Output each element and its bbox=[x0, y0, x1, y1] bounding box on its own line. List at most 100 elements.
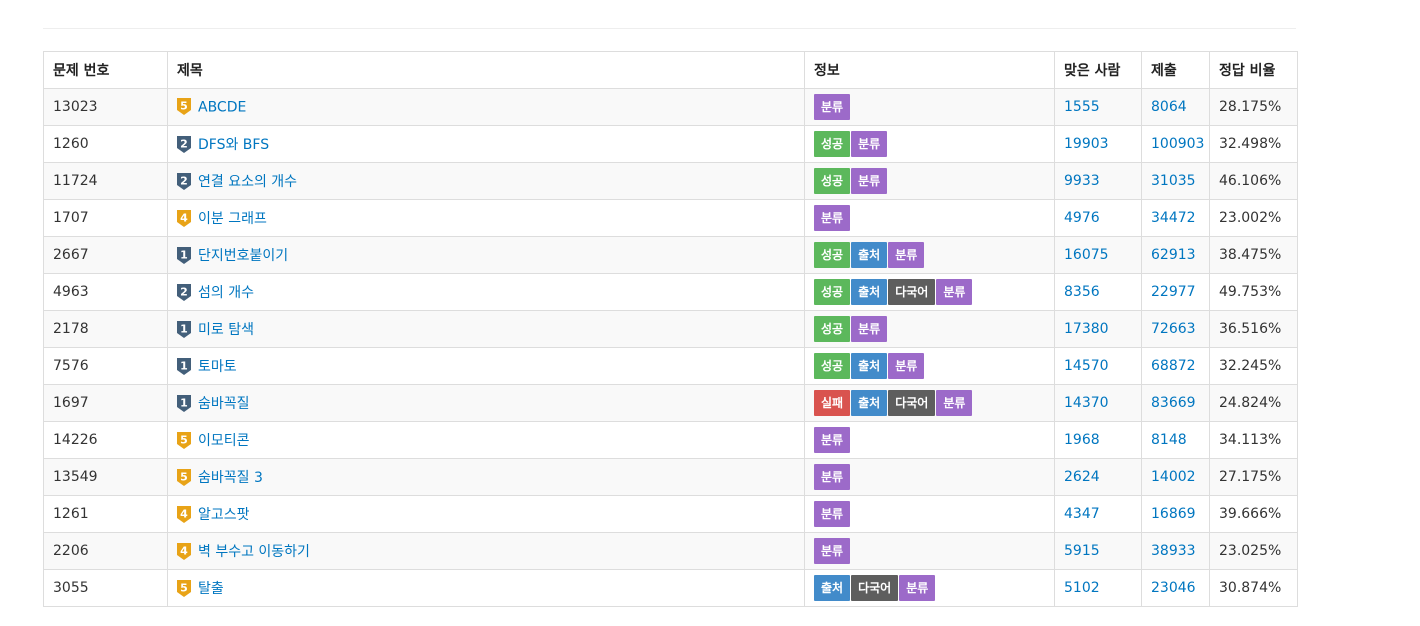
accepted-cell: 4347 bbox=[1054, 495, 1142, 533]
accepted-count-link[interactable]: 1968 bbox=[1064, 432, 1100, 448]
info-label-green[interactable]: 성공 bbox=[814, 131, 851, 157]
accepted-count-link[interactable]: 14570 bbox=[1064, 358, 1109, 374]
submissions-cell: 34472 bbox=[1141, 199, 1210, 237]
info-label-purple[interactable]: 분류 bbox=[851, 131, 888, 157]
problem-title-link[interactable]: 섬의 개수 bbox=[198, 285, 254, 301]
submission-count-link[interactable]: 22977 bbox=[1151, 284, 1196, 300]
top-divider bbox=[43, 28, 1296, 29]
table-row: 11724 2 연결 요소의 개수 성공 분류 9933 31035 46.106% bbox=[43, 162, 1298, 200]
info-label-green[interactable]: 성공 bbox=[814, 242, 851, 268]
problem-id: 1697 bbox=[43, 384, 168, 422]
info-label-dark[interactable]: 다국어 bbox=[888, 390, 936, 416]
accepted-count-link[interactable]: 4976 bbox=[1064, 210, 1100, 226]
tier-level: 5 bbox=[180, 99, 188, 112]
tier-badge-icon: 2 bbox=[177, 172, 191, 190]
accepted-cell: 1968 bbox=[1054, 421, 1142, 459]
column-header-id: 문제 번호 bbox=[43, 51, 168, 89]
info-label-purple[interactable]: 분류 bbox=[814, 427, 851, 453]
tier-level: 2 bbox=[180, 285, 188, 298]
accepted-count-link[interactable]: 17380 bbox=[1064, 321, 1109, 337]
info-label-blue[interactable]: 출처 bbox=[851, 390, 888, 416]
info-label-green[interactable]: 성공 bbox=[814, 316, 851, 342]
problem-title-link[interactable]: 숨바꼭질 bbox=[198, 396, 250, 412]
info-label-purple[interactable]: 분류 bbox=[851, 316, 888, 342]
submission-count-link[interactable]: 100903 bbox=[1151, 136, 1204, 152]
problem-info-cell: 분류 bbox=[804, 495, 1055, 533]
tier-level: 1 bbox=[180, 322, 188, 335]
info-label-green[interactable]: 성공 bbox=[814, 353, 851, 379]
submission-count-link[interactable]: 8064 bbox=[1151, 99, 1187, 115]
submission-count-link[interactable]: 34472 bbox=[1151, 210, 1196, 226]
submission-count-link[interactable]: 68872 bbox=[1151, 358, 1196, 374]
accepted-cell: 16075 bbox=[1054, 236, 1142, 274]
problem-title-link[interactable]: 숨바꼭질 3 bbox=[198, 470, 263, 486]
submission-count-link[interactable]: 83669 bbox=[1151, 395, 1196, 411]
problem-title-cell: 4 벽 부수고 이동하기 bbox=[167, 532, 805, 570]
submission-count-link[interactable]: 31035 bbox=[1151, 173, 1196, 189]
problem-title-cell: 5 탈출 bbox=[167, 569, 805, 607]
info-label-dark[interactable]: 다국어 bbox=[851, 575, 899, 601]
problem-title-link[interactable]: 미로 탐색 bbox=[198, 322, 254, 338]
info-label-purple[interactable]: 분류 bbox=[814, 501, 851, 527]
info-label-purple[interactable]: 분류 bbox=[888, 242, 925, 268]
info-label-purple[interactable]: 분류 bbox=[899, 575, 936, 601]
accepted-count-link[interactable]: 4347 bbox=[1064, 506, 1100, 522]
info-label-purple[interactable]: 분류 bbox=[936, 279, 973, 305]
accepted-count-link[interactable]: 16075 bbox=[1064, 247, 1109, 263]
submission-count-link[interactable]: 62913 bbox=[1151, 247, 1196, 263]
tier-badge-icon: 5 bbox=[177, 468, 191, 486]
info-label-blue[interactable]: 출처 bbox=[814, 575, 851, 601]
tier-level: 1 bbox=[180, 396, 188, 409]
info-label-purple[interactable]: 분류 bbox=[888, 353, 925, 379]
tier-badge-icon: 5 bbox=[177, 431, 191, 449]
accepted-count-link[interactable]: 5102 bbox=[1064, 580, 1100, 596]
submissions-cell: 23046 bbox=[1141, 569, 1210, 607]
problem-title-link[interactable]: 알고스팟 bbox=[198, 507, 250, 523]
submission-count-link[interactable]: 72663 bbox=[1151, 321, 1196, 337]
problem-title-link[interactable]: 연결 요소의 개수 bbox=[198, 174, 297, 190]
accepted-count-link[interactable]: 1555 bbox=[1064, 99, 1100, 115]
accepted-count-link[interactable]: 14370 bbox=[1064, 395, 1109, 411]
info-label-purple[interactable]: 분류 bbox=[814, 94, 851, 120]
tier-level: 1 bbox=[180, 248, 188, 261]
info-label-dark[interactable]: 다국어 bbox=[888, 279, 936, 305]
info-label-purple[interactable]: 분류 bbox=[814, 538, 851, 564]
accepted-count-link[interactable]: 5915 bbox=[1064, 543, 1100, 559]
submission-count-link[interactable]: 23046 bbox=[1151, 580, 1196, 596]
accepted-cell: 4976 bbox=[1054, 199, 1142, 237]
accepted-count-link[interactable]: 19903 bbox=[1064, 136, 1109, 152]
info-label-purple[interactable]: 분류 bbox=[814, 205, 851, 231]
problem-title-link[interactable]: 이분 그래프 bbox=[198, 211, 267, 227]
tier-badge-icon: 2 bbox=[177, 135, 191, 153]
correct-ratio: 28.175% bbox=[1209, 88, 1298, 126]
info-label-purple[interactable]: 분류 bbox=[814, 464, 851, 490]
correct-ratio: 36.516% bbox=[1209, 310, 1298, 348]
info-label-blue[interactable]: 출처 bbox=[851, 353, 888, 379]
problem-title-link[interactable]: 단지번호붙이기 bbox=[198, 248, 288, 264]
problem-title-link[interactable]: 토마토 bbox=[198, 359, 237, 375]
accepted-count-link[interactable]: 8356 bbox=[1064, 284, 1100, 300]
problem-title-link[interactable]: 벽 부수고 이동하기 bbox=[198, 544, 310, 560]
accepted-cell: 19903 bbox=[1054, 125, 1142, 163]
submission-count-link[interactable]: 14002 bbox=[1151, 469, 1196, 485]
info-label-green[interactable]: 성공 bbox=[814, 279, 851, 305]
problem-title-link[interactable]: 이모티콘 bbox=[198, 433, 250, 449]
problem-title-link[interactable]: ABCDE bbox=[198, 99, 246, 115]
accepted-count-link[interactable]: 2624 bbox=[1064, 469, 1100, 485]
table-row: 2667 1 단지번호붙이기 성공 출처 분류 16075 62913 38.475% bbox=[43, 236, 1298, 274]
submission-count-link[interactable]: 8148 bbox=[1151, 432, 1187, 448]
info-label-green[interactable]: 성공 bbox=[814, 168, 851, 194]
problem-title-link[interactable]: DFS와 BFS bbox=[198, 137, 269, 153]
info-label-blue[interactable]: 출처 bbox=[851, 279, 888, 305]
problem-info-cell: 분류 bbox=[804, 199, 1055, 237]
info-label-purple[interactable]: 분류 bbox=[851, 168, 888, 194]
accepted-count-link[interactable]: 9933 bbox=[1064, 173, 1100, 189]
info-label-red[interactable]: 실패 bbox=[814, 390, 851, 416]
problem-title-cell: 4 알고스팟 bbox=[167, 495, 805, 533]
info-label-purple[interactable]: 분류 bbox=[936, 390, 973, 416]
submission-count-link[interactable]: 16869 bbox=[1151, 506, 1196, 522]
problem-title-link[interactable]: 탈출 bbox=[198, 581, 224, 597]
info-label-blue[interactable]: 출처 bbox=[851, 242, 888, 268]
submission-count-link[interactable]: 38933 bbox=[1151, 543, 1196, 559]
problem-id: 11724 bbox=[43, 162, 168, 200]
